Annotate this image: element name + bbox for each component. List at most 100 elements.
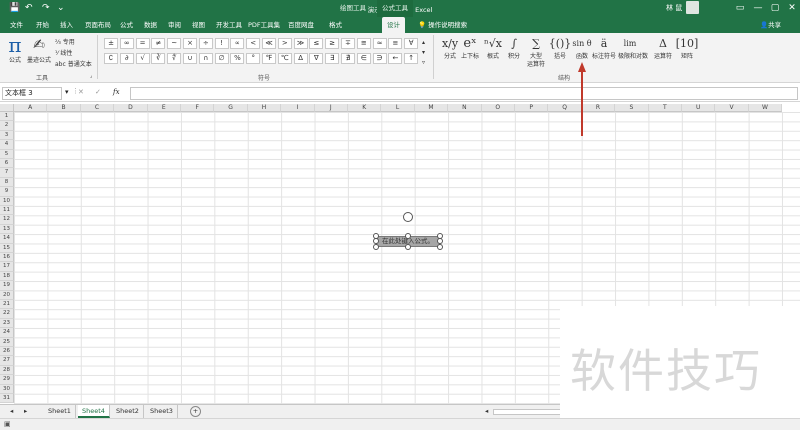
symbol-button[interactable]: ℃ (277, 53, 292, 64)
symbol-button[interactable]: ∛ (151, 53, 166, 64)
symbol-button[interactable]: ± (104, 38, 118, 49)
symbol-button[interactable]: ∄ (341, 53, 355, 64)
symbol-button[interactable]: ∃ (325, 53, 340, 64)
symbol-button[interactable]: ↑ (404, 53, 419, 64)
column-header-f[interactable]: F (181, 104, 215, 112)
linear-button[interactable]: ⅟ 线性 (55, 48, 72, 57)
resize-handle[interactable] (373, 244, 379, 250)
tab-data[interactable]: 数据 (142, 17, 159, 33)
integral-button[interactable]: ∫ 积分 (502, 35, 526, 61)
column-header-u[interactable]: U (682, 104, 716, 112)
symbol-button[interactable]: ∋ (372, 53, 387, 64)
symbol-button[interactable]: ∝ (230, 38, 245, 49)
row-header-5[interactable]: 5 (0, 149, 14, 159)
symbol-button[interactable]: < (246, 38, 261, 49)
row-header-16[interactable]: 16 (0, 253, 14, 263)
row-header-1[interactable]: 1 (0, 112, 14, 122)
column-header-d[interactable]: D (114, 104, 148, 112)
column-header-o[interactable]: O (481, 104, 515, 112)
row-header-3[interactable]: 3 (0, 130, 14, 141)
tab-design[interactable]: 设计 (382, 17, 405, 33)
name-box-dropdown-icon[interactable]: ▾ (65, 88, 69, 96)
symbol-button[interactable]: ≪ (262, 38, 276, 49)
row-header-6[interactable]: 6 (0, 159, 14, 169)
column-header-c[interactable]: C (80, 104, 115, 112)
symbol-button[interactable]: > (277, 38, 292, 49)
tab-pdf-tools[interactable]: PDF工具集 (246, 17, 282, 33)
horizontal-scrollbar[interactable] (493, 409, 563, 415)
row-header-15[interactable]: 15 (0, 243, 14, 253)
row-header-28[interactable]: 28 (0, 365, 14, 376)
column-header-r[interactable]: R (581, 104, 616, 112)
row-header-21[interactable]: 21 (0, 300, 14, 310)
column-header-i[interactable]: I (281, 104, 315, 112)
ribbon-display-icon[interactable]: ▭ (730, 1, 750, 15)
row-header-7[interactable]: 7 (0, 168, 14, 178)
column-header-h[interactable]: H (247, 104, 282, 112)
row-header-9[interactable]: 9 (0, 187, 14, 197)
symbol-button[interactable]: ∪ (183, 53, 197, 64)
normal-text-button[interactable]: abc 普通文本 (55, 59, 92, 68)
symbol-button[interactable]: ~ (167, 38, 182, 49)
sheet-tab-sheet4[interactable]: Sheet4 (78, 405, 110, 418)
column-header-j[interactable]: J (314, 104, 348, 112)
column-header-a[interactable]: A (14, 104, 48, 112)
operator-button[interactable]: Δ 运算符 (651, 35, 675, 61)
symbol-button[interactable]: ≤ (309, 38, 324, 49)
symbol-button[interactable]: ≈ (372, 38, 387, 49)
column-header-s[interactable]: S (615, 104, 649, 112)
resize-handle[interactable] (405, 233, 411, 239)
symbols-scroll-up[interactable]: ▴ (422, 39, 425, 46)
sheet-next-icon[interactable]: ▸ (20, 405, 31, 418)
symbol-button[interactable]: ∆ (293, 53, 308, 64)
column-header-e[interactable]: E (147, 104, 181, 112)
dialog-launcher-icon[interactable]: ⌟ (90, 73, 92, 79)
add-sheet-button[interactable]: + (190, 406, 201, 417)
row-header-11[interactable]: 11 (0, 206, 14, 216)
column-header-w[interactable]: W (748, 104, 783, 112)
resize-handle[interactable] (405, 244, 411, 250)
symbol-button[interactable]: ≠ (151, 38, 166, 49)
row-header-27[interactable]: 27 (0, 356, 14, 366)
row-header-29[interactable]: 29 (0, 375, 14, 385)
symbols-more[interactable]: ▿ (422, 59, 425, 66)
tab-file[interactable]: 文件 (8, 17, 25, 33)
tab-developer[interactable]: 开发工具 (214, 17, 244, 33)
tab-insert[interactable]: 插入 (58, 17, 75, 33)
symbol-button[interactable]: √ (135, 53, 150, 64)
resize-handle[interactable] (437, 244, 443, 250)
symbols-scroll-down[interactable]: ▾ (422, 49, 425, 56)
ink-equation-button[interactable]: ✍ 墨迹公式 (27, 35, 51, 64)
sheet-tab-sheet3[interactable]: Sheet3 (146, 405, 178, 418)
symbol-button[interactable]: = (135, 38, 150, 49)
macro-record-icon[interactable]: ▣ (4, 420, 11, 428)
symbol-button[interactable]: ℉ (262, 53, 276, 64)
script-button[interactable]: eˣ 上下标 (458, 35, 482, 61)
insert-function-icon[interactable]: fx (113, 88, 120, 96)
bracket-button[interactable]: {()} 括号 (548, 35, 572, 61)
tab-view[interactable]: 视图 (190, 17, 207, 33)
row-header-14[interactable]: 14 (0, 234, 14, 244)
tell-me-search[interactable]: 💡 操作说明搜索 (418, 17, 467, 33)
name-box[interactable]: 文本框 3 (2, 87, 62, 100)
tab-review[interactable]: 审阅 (166, 17, 183, 33)
symbol-button[interactable]: ≡ (388, 38, 403, 49)
row-header-10[interactable]: 10 (0, 196, 14, 206)
column-header-q[interactable]: Q (548, 104, 582, 112)
symbol-button[interactable]: ∩ (198, 53, 213, 64)
symbol-button[interactable]: ∁ (104, 53, 118, 64)
tab-home[interactable]: 开始 (34, 17, 51, 33)
row-header-4[interactable]: 4 (0, 140, 14, 150)
symbol-button[interactable]: % (230, 53, 245, 64)
enter-icon[interactable]: ✓ (95, 88, 101, 96)
resize-handle[interactable] (373, 238, 379, 244)
symbol-button[interactable]: ! (214, 38, 229, 49)
close-icon[interactable]: ✕ (782, 1, 800, 15)
rotate-handle-icon[interactable] (403, 212, 413, 222)
symbol-button[interactable]: ∓ (341, 38, 355, 49)
large-operator-button[interactable]: ∑ 大型 运算符 (524, 35, 548, 69)
hscroll-left-icon[interactable]: ◂ (481, 405, 492, 418)
column-header-v[interactable]: V (715, 104, 749, 112)
row-header-25[interactable]: 25 (0, 337, 14, 347)
row-header-17[interactable]: 17 (0, 262, 14, 272)
